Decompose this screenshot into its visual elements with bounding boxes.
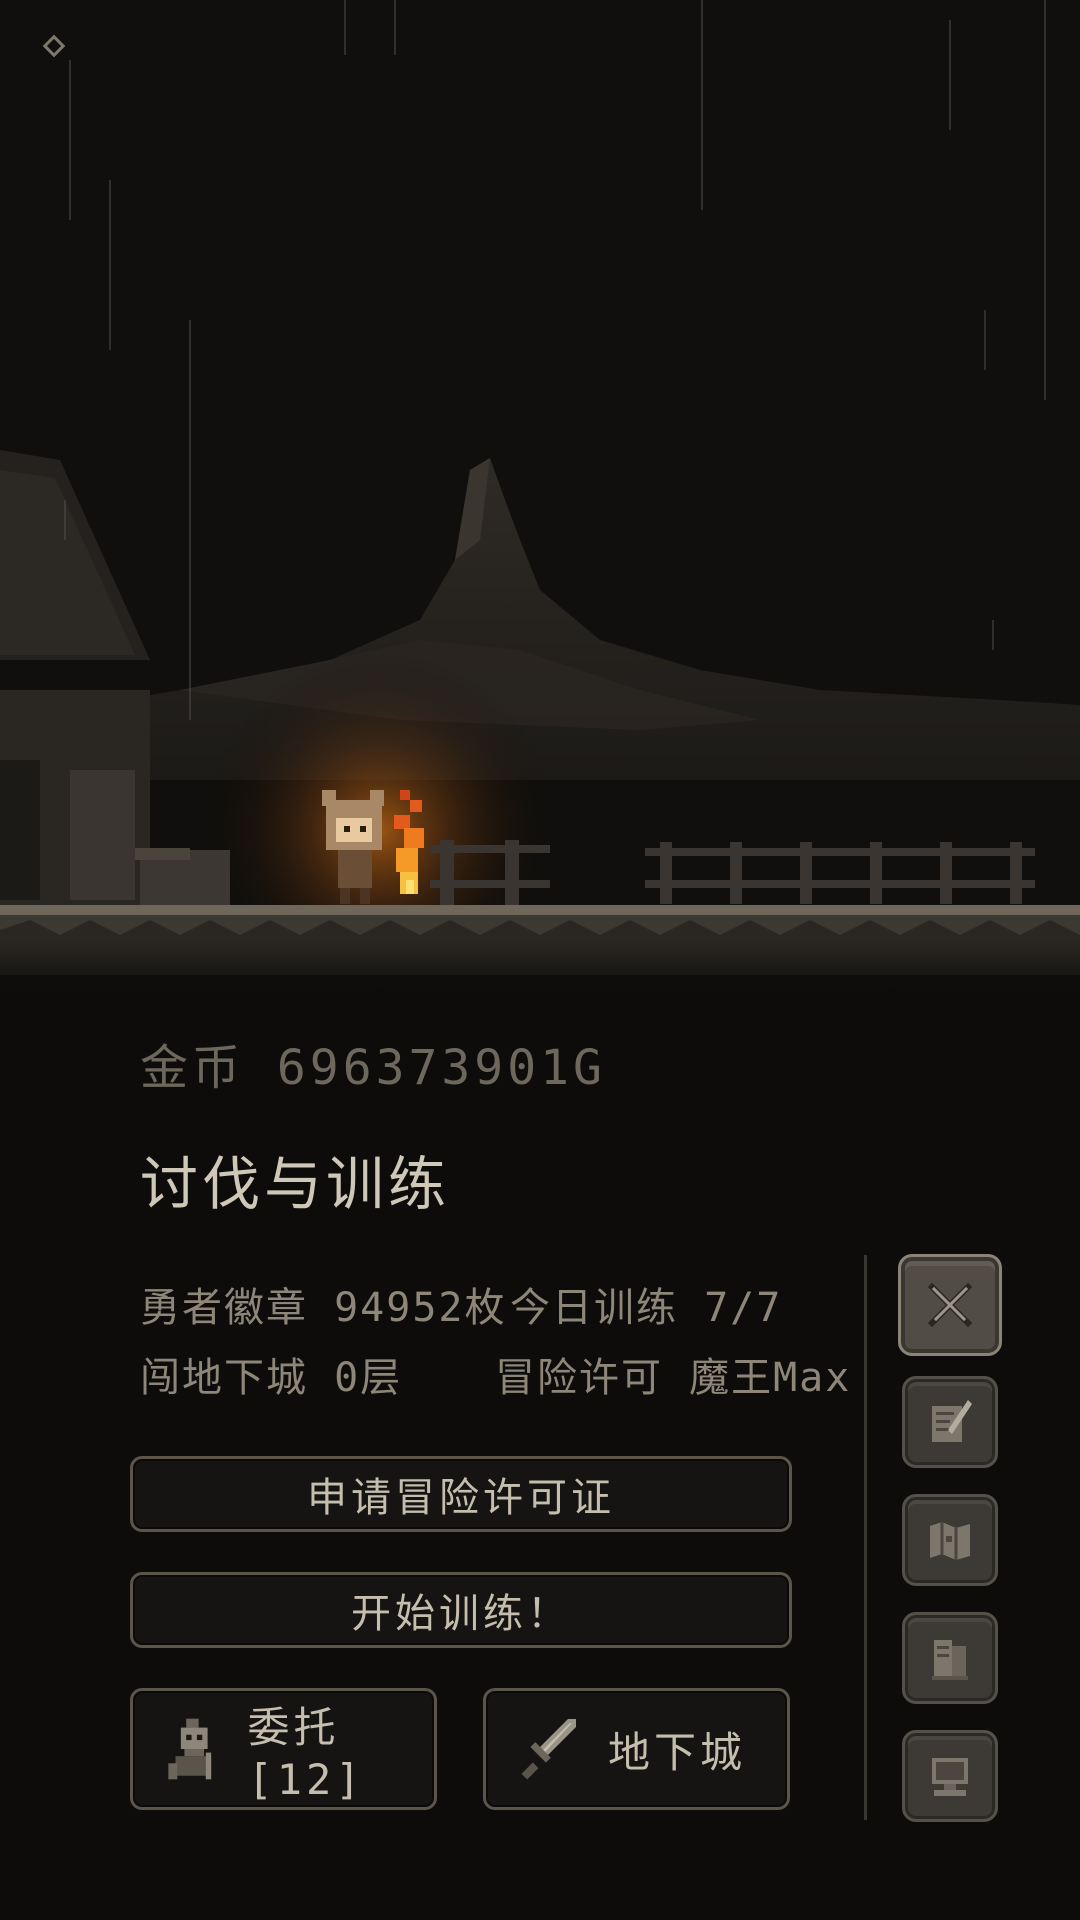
dungeon-button[interactable]: 地下城 <box>483 1688 790 1810</box>
ground-top <box>0 905 1080 915</box>
map-icon <box>930 1522 970 1560</box>
computer-icon <box>932 1758 968 1796</box>
skull-knight-icon <box>168 1718 212 1780</box>
apply-license-button[interactable]: 申请冒险许可证 <box>130 1456 792 1532</box>
sword-icon <box>521 1719 576 1780</box>
side-tab-records[interactable] <box>902 1612 998 1704</box>
side-tab-quest-log[interactable] <box>902 1376 998 1468</box>
dungeon-floor: 闯地下城 0层 <box>140 1355 403 1401</box>
start-training-button[interactable]: 开始训练！ <box>130 1572 792 1648</box>
game-screen: 金币 696373901G 讨伐与训练 勇者徽章 94952枚 今日训练 7/7… <box>0 0 1080 1920</box>
dungeon-label: 地下城 <box>608 1727 747 1777</box>
quill-scroll-icon <box>932 1400 972 1442</box>
commission-button[interactable]: 委托[12] <box>130 1688 437 1810</box>
books-icon <box>932 1640 968 1680</box>
apply-license-label: 申请冒险许可证 <box>307 1475 615 1521</box>
hero-badge-count: 勇者徽章 94952枚 <box>140 1285 507 1331</box>
side-tab-subjugation[interactable] <box>898 1254 1002 1356</box>
gold-counter: 金币 696373901G <box>140 1040 606 1096</box>
town-night-scene <box>0 0 1080 1000</box>
panel-divider <box>864 1255 867 1820</box>
side-tab-map[interactable] <box>902 1494 998 1586</box>
training-count: 今日训练 7/7 <box>510 1285 783 1331</box>
scene-background <box>0 0 1080 1000</box>
adventure-license: 冒险许可 魔王Max <box>495 1355 852 1401</box>
commission-label: 委托[12] <box>247 1703 365 1804</box>
crossed-swords-icon <box>927 1282 973 1328</box>
panel-title: 讨伐与训练 <box>140 1150 451 1218</box>
side-tab-system[interactable] <box>902 1730 998 1822</box>
start-training-label: 开始训练！ <box>351 1591 571 1637</box>
